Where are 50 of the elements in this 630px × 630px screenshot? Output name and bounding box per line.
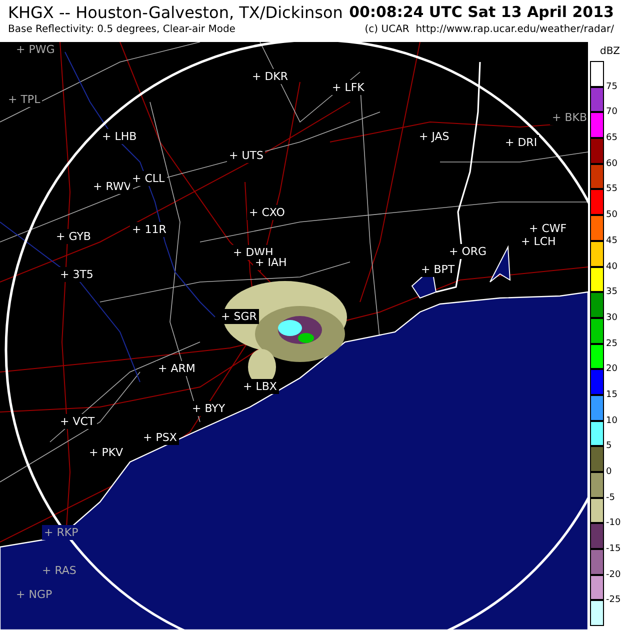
site-label: + 3T5 — [58, 267, 96, 282]
site-label: + RKP — [42, 525, 80, 540]
scale-label: -20 — [606, 570, 621, 580]
scale-label: 65 — [606, 133, 618, 144]
site-label: + PSX — [141, 430, 179, 445]
timestamp: 00:08:24 UTC Sat 13 April 2013 — [349, 3, 614, 22]
site-label: + RWV — [91, 179, 134, 194]
scale-label: 0 — [606, 467, 612, 477]
credit-text: (c) UCAR http://www.rap.ucar.edu/weather/radar/ — [364, 24, 614, 35]
scale-label: 30 — [606, 312, 618, 323]
site-label: + GYB — [54, 229, 93, 244]
scale-label: 15 — [606, 390, 618, 400]
station-title: KHGX -- Houston-Galveston, TX/Dickinson — [8, 3, 343, 22]
scale-label: 55 — [606, 184, 618, 194]
scale-label: 5 — [606, 441, 612, 452]
scale-label: 60 — [606, 158, 618, 169]
scale-label: -5 — [606, 492, 615, 503]
scale-label: 10 — [606, 416, 618, 426]
product-label: Base Reflectivity: 0.5 degrees, Clear-air Mode — [8, 24, 236, 35]
scale-label: 35 — [606, 287, 618, 298]
site-label: + DKR — [250, 69, 290, 84]
scale-label: -15 — [606, 544, 621, 554]
scale-label: 50 — [606, 210, 618, 220]
site-label: + CLL — [130, 171, 167, 186]
scale-label: 25 — [606, 338, 618, 349]
site-label: + UTS — [227, 148, 266, 163]
scale-label: 20 — [606, 364, 618, 374]
scale-label: 75 — [606, 82, 618, 92]
site-label: + LHB — [100, 129, 139, 144]
site-label: + BPT — [419, 262, 457, 277]
site-label: + VCT — [58, 414, 97, 429]
site-label: + CXO — [247, 205, 287, 220]
scale-label: 70 — [606, 107, 618, 118]
scale-label: -25 — [606, 595, 621, 606]
site-label: + LBX — [241, 379, 279, 394]
site-label: + 11R — [130, 222, 168, 237]
lake-shape — [490, 245, 511, 282]
scale-label: 45 — [606, 236, 618, 246]
site-label: + ARM — [156, 361, 198, 376]
site-label: + SGR — [219, 309, 259, 324]
site-label: + BYY — [190, 401, 228, 416]
site-label: + ORG — [447, 244, 489, 259]
site-label: + IAH — [253, 255, 289, 270]
site-label: + BKB — [550, 110, 588, 125]
scale-label: 40 — [606, 262, 618, 272]
scale-label: -10 — [606, 518, 621, 528]
site-label: + LFK — [330, 80, 366, 95]
site-label: + TPL — [6, 92, 42, 107]
unit-label: dBZ — [600, 46, 620, 57]
site-label: + JAS — [417, 129, 452, 144]
